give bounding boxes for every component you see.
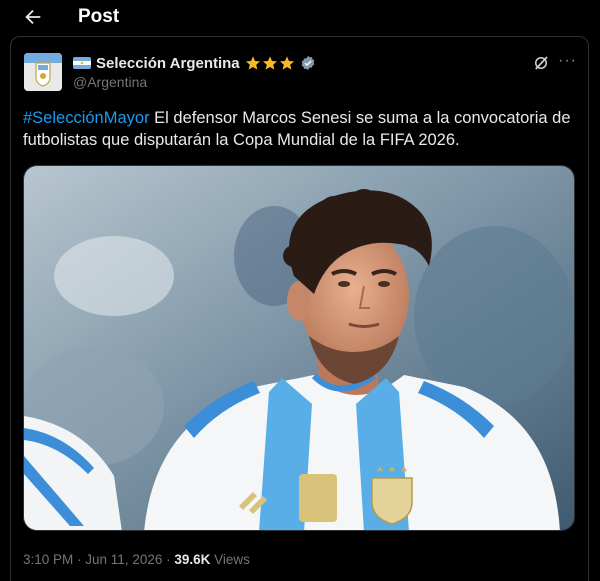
- views-label: Views: [214, 552, 250, 567]
- post-date[interactable]: Jun 11, 2026: [85, 552, 162, 567]
- post-metadata: 3:10 PM · Jun 11, 2026 · 39.6K Views: [23, 552, 250, 567]
- author-name[interactable]: Selección Argentina: [96, 55, 240, 72]
- avatar[interactable]: [24, 53, 62, 91]
- grok-icon[interactable]: [532, 54, 550, 72]
- verified-badge-icon[interactable]: [300, 55, 316, 71]
- author-handle[interactable]: @Argentina: [73, 74, 147, 90]
- player-photo: [24, 166, 574, 530]
- post-photo[interactable]: [23, 165, 575, 531]
- views-count: 39.6K: [174, 552, 211, 567]
- star-icon: [245, 56, 260, 70]
- hashtag-link[interactable]: #SelecciónMayor: [23, 109, 150, 127]
- page-title: Post: [78, 6, 120, 27]
- star-icon: [279, 56, 294, 70]
- star-icon: [262, 56, 277, 70]
- author-row: Selección Argentina: [73, 53, 316, 73]
- post-text: #SelecciónMayor El defensor Marcos Senes…: [23, 107, 578, 151]
- meta-separator-2: ·: [162, 552, 175, 567]
- argentina-flag-icon: [73, 57, 91, 69]
- more-options-icon[interactable]: ···: [558, 52, 577, 70]
- star-badges: [245, 55, 295, 71]
- top-bar: Post: [0, 0, 600, 38]
- meta-separator: ·: [73, 552, 86, 567]
- post-time[interactable]: 3:10 PM: [23, 552, 73, 567]
- arrow-left-icon[interactable]: [22, 6, 44, 28]
